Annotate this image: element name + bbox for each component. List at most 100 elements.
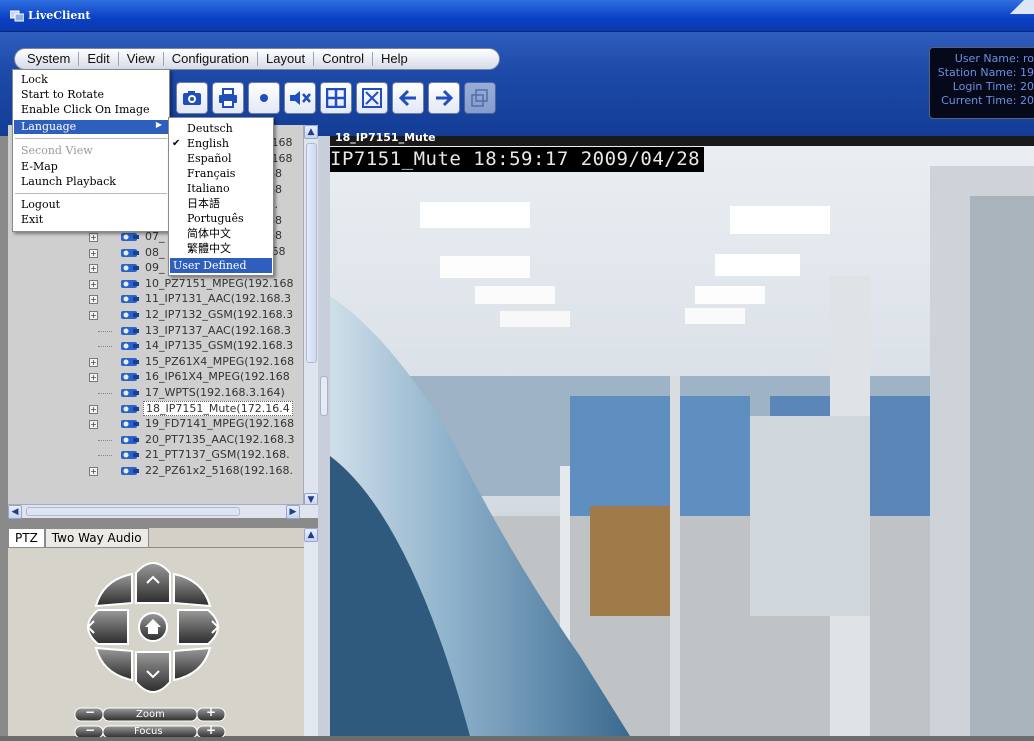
- menu-separator: [15, 193, 167, 194]
- menu-configuration[interactable]: Configuration: [164, 52, 259, 66]
- expand-icon[interactable]: +: [89, 248, 98, 258]
- focus-near-icon: −: [85, 723, 96, 737]
- ptz-scroll-up-icon[interactable]: ▲: [304, 528, 318, 542]
- window-title: LiveClient: [28, 9, 91, 22]
- panel-splitter[interactable]: [318, 136, 330, 736]
- tree-item-camera[interactable]: +22_PZ61x2_5168(192.168.: [8, 463, 303, 479]
- ptz-down-button[interactable]: [135, 651, 171, 693]
- tree-item-camera[interactable]: +19_FD7141_MPEG(192.168: [8, 416, 303, 432]
- session-info-panel: User Name: ro Station Name: 19 Login Tim…: [929, 47, 1034, 119]
- next-button[interactable]: [428, 82, 460, 114]
- menu-item-exit[interactable]: Exit: [21, 213, 43, 227]
- focus-far-icon: +: [206, 723, 217, 737]
- ptz-up-button[interactable]: [135, 562, 171, 604]
- tree-item-camera[interactable]: +15_PZ61X4_MPEG(192.168: [8, 354, 303, 370]
- camera-image: [330, 146, 1034, 736]
- language-item[interactable]: 日本語: [187, 196, 220, 211]
- tree-line: [98, 439, 112, 441]
- menu-bar: System Edit View Configuration Layout Co…: [14, 48, 500, 70]
- menu-control[interactable]: Control: [314, 52, 373, 66]
- tree-item-label: 15_PZ61X4_MPEG(192.168: [145, 354, 295, 368]
- menu-system[interactable]: System: [19, 52, 80, 66]
- menu-item-language[interactable]: Language ▶: [14, 120, 168, 134]
- language-item[interactable]: English: [187, 136, 229, 151]
- window-corner: [994, 0, 1034, 14]
- expand-icon[interactable]: +: [89, 404, 98, 414]
- submenu-arrow-icon: ▶: [155, 120, 162, 129]
- expand-icon[interactable]: +: [89, 311, 98, 320]
- tree-line: [98, 455, 112, 457]
- ptz-left-button[interactable]: [87, 609, 129, 645]
- expand-icon[interactable]: +: [89, 357, 98, 367]
- menu-item-start-rotate[interactable]: Start to Rotate: [21, 88, 104, 102]
- camera-icon: [121, 357, 139, 366]
- menu-item-enable-click-on-image[interactable]: Enable Click On Image: [21, 103, 150, 117]
- tree-item-camera[interactable]: 14_IP7135_GSM(192.168.3: [8, 338, 303, 354]
- expand-icon[interactable]: +: [89, 233, 98, 242]
- splitter-grip[interactable]: [320, 376, 328, 416]
- expand-icon[interactable]: +: [89, 373, 98, 383]
- tree-line: [98, 330, 112, 332]
- print-button[interactable]: [212, 82, 244, 114]
- ptz-right-button[interactable]: [177, 609, 219, 645]
- expand-icon[interactable]: +: [89, 467, 98, 476]
- snapshot-button[interactable]: [176, 82, 208, 114]
- tab-two-way-audio[interactable]: Two Way Audio: [44, 528, 149, 548]
- grid-icon: [326, 88, 346, 108]
- expand-icon[interactable]: +: [89, 420, 98, 430]
- language-item[interactable]: Italiano: [187, 181, 230, 196]
- tree-item-camera[interactable]: +18_IP7151_Mute(172.16.4: [8, 400, 303, 417]
- tree-vertical-scrollbar[interactable]: ▲ ▼: [303, 125, 318, 509]
- scroll-right-icon[interactable]: ▶: [286, 505, 300, 519]
- camera-icon: [121, 248, 139, 257]
- camera-icon: [183, 91, 201, 105]
- fullscreen-button[interactable]: [356, 82, 388, 114]
- language-submenu: ✔ Deutsch English Español Français Itali…: [168, 117, 274, 276]
- tree-item-label: 22_PZ61x2_5168(192.168.: [145, 464, 293, 477]
- language-item[interactable]: Deutsch: [187, 121, 233, 136]
- tree-item-camera[interactable]: 20_PT7135_AAC(192.168.3: [8, 432, 303, 448]
- tree-item-label: 12_IP7132_GSM(192.168.3: [145, 308, 294, 321]
- station-name-text: Station Name: 19: [937, 66, 1034, 79]
- login-time-text: Login Time: 20: [952, 80, 1034, 93]
- video-osd-text: IP7151_Mute 18:59:17 2009/04/28: [330, 147, 705, 172]
- video-view[interactable]: [330, 136, 1034, 736]
- tab-ptz[interactable]: PTZ: [8, 528, 45, 548]
- scroll-up-icon[interactable]: ▲: [304, 125, 318, 139]
- language-item-user-defined[interactable]: User Defined: [170, 258, 272, 273]
- menu-item-launch-playback[interactable]: Launch Playback: [21, 175, 116, 189]
- language-item[interactable]: 简体中文: [187, 226, 231, 241]
- tree-item-camera[interactable]: +10_PZ7151_MPEG(192.168: [8, 276, 303, 292]
- expand-icon[interactable]: +: [89, 264, 98, 274]
- menu-layout[interactable]: Layout: [258, 52, 315, 66]
- tree-item-camera[interactable]: 13_IP7137_AAC(192.168.3: [8, 323, 303, 339]
- volume-button[interactable]: [284, 82, 316, 114]
- menu-item-logout[interactable]: Logout: [21, 198, 60, 212]
- language-item[interactable]: Español: [187, 151, 232, 166]
- ptz-scrollbar[interactable]: ▲: [304, 528, 318, 736]
- scroll-left-icon[interactable]: ◀: [8, 505, 22, 519]
- record-button[interactable]: [248, 82, 280, 114]
- tree-item-camera[interactable]: +12_IP7132_GSM(192.168.3: [8, 307, 303, 323]
- tree-item-camera[interactable]: +11_IP7131_AAC(192.168.3: [8, 291, 303, 307]
- menu-view[interactable]: View: [119, 52, 164, 66]
- previous-button[interactable]: [392, 82, 424, 114]
- tree-item-camera[interactable]: +16_IP61X4_MPEG(192.168: [8, 369, 303, 385]
- menu-help[interactable]: Help: [373, 52, 416, 66]
- menu-edit[interactable]: Edit: [79, 52, 119, 66]
- menu-item-lock[interactable]: Lock: [21, 73, 48, 87]
- menu-item-emap[interactable]: E-Map: [21, 160, 58, 174]
- scroll-thumb[interactable]: [306, 143, 317, 363]
- expand-icon[interactable]: +: [89, 295, 98, 305]
- tree-horizontal-scrollbar[interactable]: ◀ ▶: [8, 504, 318, 519]
- language-item[interactable]: Français: [187, 166, 235, 181]
- hscroll-thumb[interactable]: [26, 507, 240, 516]
- tree-item-camera[interactable]: 17_WPTS(192.168.3.164): [8, 385, 303, 401]
- language-item[interactable]: 繁體中文: [187, 241, 231, 256]
- tree-item-camera[interactable]: 21_PT7137_GSM(192.168.: [8, 447, 303, 463]
- language-item[interactable]: Português: [187, 211, 244, 226]
- camera-icon: [121, 264, 139, 273]
- expand-icon[interactable]: +: [89, 279, 98, 289]
- swap-view-button[interactable]: [464, 82, 496, 114]
- layout-grid-button[interactable]: [320, 82, 352, 114]
